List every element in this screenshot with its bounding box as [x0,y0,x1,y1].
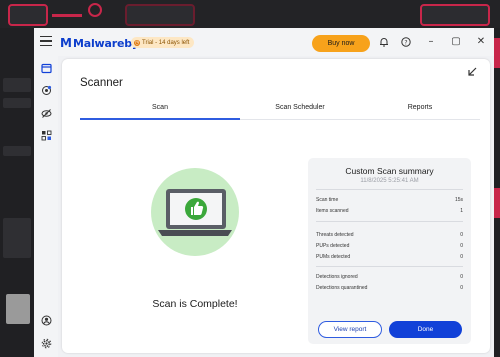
summary-row: Detections quarantined 0 [316,285,463,293]
summary-row: Detections ignored 0 [316,274,463,282]
summary-row: PUPs detected 0 [316,243,463,251]
scanner-panel: Scanner Scan Scan Scheduler Reports Scan… [62,59,490,353]
buy-now-button[interactable]: Buy now [312,35,370,52]
trial-badge-label: Trial - 14 days left [142,39,190,46]
scan-summary-card: Custom Scan summary 11/8/2025 5:25:41 AM… [308,158,471,344]
row-value: 0 [460,243,463,249]
background-hex-tile [8,4,48,26]
page-title: Scanner [80,77,123,89]
row-value: 0 [460,285,463,291]
close-button[interactable]: ✕ [474,35,488,49]
done-button[interactable]: Done [389,321,462,338]
row-label: Items scanned [316,208,349,214]
summary-row: Items scanned 1 [316,208,463,216]
divider [316,189,463,190]
row-value: 0 [460,232,463,238]
divider [316,266,463,267]
row-value: 0 [460,254,463,260]
help-icon[interactable]: ? [401,37,411,47]
minimize-button[interactable]: – [424,35,438,49]
active-tab-indicator [80,118,240,120]
tab-scan-scheduler[interactable]: Scan Scheduler [240,104,360,111]
collapse-arrow-icon[interactable] [466,65,478,77]
background-app-header [0,0,500,28]
background-power-icon [88,3,102,17]
gear-icon[interactable] [39,336,53,350]
divider [316,221,463,222]
malwarebytes-window: M Malwarebytes ◷ Trial - 14 days left Bu… [34,28,494,357]
row-label: Detections quarantined [316,285,368,291]
row-label: PUMs detected [316,254,351,260]
summary-title: Custom Scan summary [345,166,434,176]
row-label: PUPs detected [316,243,350,249]
dashboard-icon[interactable] [39,61,53,75]
tab-scan[interactable]: Scan [80,104,240,111]
row-label: Scan time [316,197,339,203]
background-hex-tile [420,4,490,26]
eye-slash-icon[interactable] [39,106,53,120]
tools-icon[interactable] [39,128,53,142]
logo-mark-icon: M [60,36,72,50]
tab-reports[interactable]: Reports [360,104,480,111]
title-bar: M Malwarebytes ◷ Trial - 14 days left Bu… [34,28,494,56]
view-report-button[interactable]: View report [318,321,382,338]
account-icon[interactable] [39,313,53,327]
scan-complete-illustration [150,167,240,257]
sidebar [34,56,58,357]
row-value: 1 [460,208,463,214]
laptop-thumbs-up-icon [151,168,239,256]
background-right-panel [494,28,500,357]
background-hex-tile [125,4,195,26]
hamburger-icon[interactable] [40,36,52,46]
summary-row: PUMs detected 0 [316,254,463,262]
row-label: Detections ignored [316,274,358,280]
row-value: 0 [460,274,463,280]
summary-row: Threats detected 0 [316,232,463,240]
background-accent-line [52,14,82,17]
trial-badge[interactable]: ◷ Trial - 14 days left [131,37,195,48]
bell-icon[interactable] [379,37,389,47]
maximize-button[interactable]: ▢ [449,35,463,49]
background-thumbnail [6,294,30,324]
summary-date: 11/8/2025 5:25:41 AM [360,178,419,184]
row-value: 15s [454,197,463,203]
scan-status: Scan is Complete! [152,298,238,310]
summary-row: Scan time 15s [316,197,463,205]
row-label: Threats detected [316,232,354,238]
scan-icon[interactable] [39,83,53,97]
trial-clock-icon: ◷ [134,39,140,46]
svg-text:?: ? [404,39,407,46]
